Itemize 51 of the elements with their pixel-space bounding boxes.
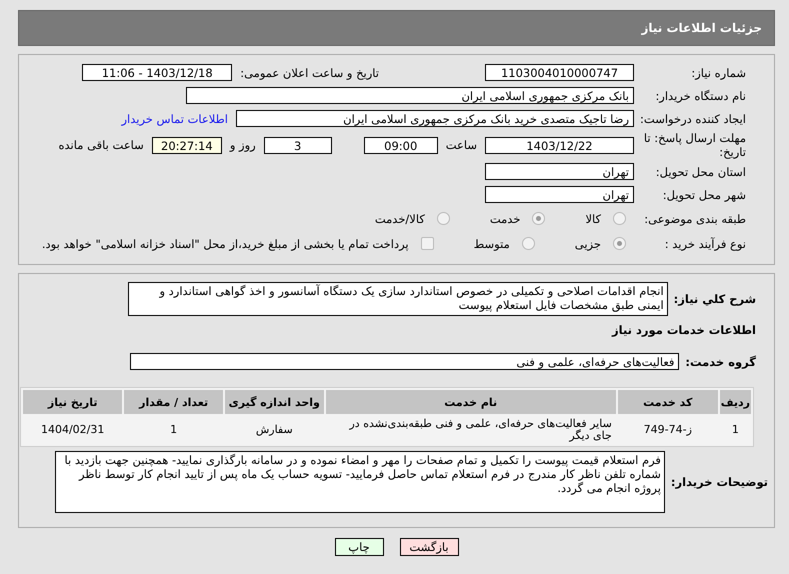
column-header: کد خدمت — [618, 390, 718, 414]
value-field: 20:27:14 — [152, 136, 222, 154]
value-field: 3 — [264, 136, 332, 154]
radio-button[interactable] — [522, 237, 535, 250]
radio-label: کالا — [585, 212, 601, 226]
value-field: 1403/12/22 — [485, 136, 634, 154]
checkbox[interactable] — [420, 237, 434, 250]
section-heading: اطلاعات خدمات مورد نياز — [612, 323, 756, 337]
notes-box: فرم استعلام قیمت پیوست را تکمیل و تمام صفحات را مهر و امضاء نموده و در سامانه بارگذاری نمایید- همچنین جهت بازدید با شماره تلفن ناظر کار مندرج در فرم استعلام تماس حاصل فرمایید- تسویه حساب یک ماه پس از تایید انجام کار توسط ناظر پروژه انجام می گردد. — [54, 451, 665, 513]
field-label: مهلت ارسال پاسخ: تا تاریخ: — [642, 131, 746, 159]
field-label: نوع فرآیند خرید : — [664, 236, 746, 250]
radio-label: خدمت — [490, 212, 520, 226]
field-label: گروه خدمت: — [685, 354, 756, 368]
radio-button[interactable] — [532, 212, 546, 225]
column-header: تاریخ نیاز — [23, 390, 122, 414]
value-field: 09:00 — [364, 136, 438, 154]
column-header: واحد اندازه گیری — [224, 390, 324, 414]
description-box: انجام اقدامات اصلاحی و تکمیلی در خصوص استاندارد سازی یک دستگاه آسانسور و اخذ گواهی استاندارد و ایمنی طبق مشخصات فایل استعلام پیوست — [128, 282, 668, 316]
value-field: بانک مرکزی جمهوری اسلامی ایران — [186, 87, 634, 104]
radio-label: جزیی — [574, 236, 601, 250]
field-label: ساعت — [446, 138, 477, 152]
field-label: استان محل تحویل: — [654, 164, 746, 178]
value-field: تهران — [485, 186, 634, 203]
radio-button[interactable] — [436, 212, 450, 225]
column-header: نام خدمت — [326, 390, 616, 414]
field-label: ایجاد کننده درخواست: — [639, 112, 746, 126]
radio-label: کالا/خدمت — [374, 212, 425, 226]
value-field: رضا تاجیک متصدی خرید بانک مرکزی جمهوری اسلامی ایران — [236, 110, 634, 127]
value-field: 1403/12/18 - 11:06 — [82, 64, 232, 81]
field-label: شماره نیاز: — [690, 66, 746, 80]
field-label: نام دستگاه خریدار: — [654, 88, 746, 102]
radio-button[interactable] — [613, 212, 626, 225]
field-label: شرح کلي نياز: — [674, 292, 756, 306]
value-field: تهران — [485, 163, 634, 180]
field-label: طبقه بندی موضوعی: — [643, 212, 746, 226]
field-label: شهر محل تحویل: — [662, 188, 746, 202]
field-label: ساعت باقی مانده — [58, 138, 144, 152]
field-label: روز و — [230, 138, 256, 152]
back-button[interactable]: بازگشت — [400, 538, 458, 556]
buyer-contact-link[interactable]: اطلاعات تماس خریدار — [121, 112, 228, 126]
radio-label: متوسط — [474, 236, 510, 250]
field-label: تاریخ و ساعت اعلان عمومی: — [240, 66, 379, 80]
value-field: 1103004010000747 — [485, 64, 634, 81]
radio-button[interactable] — [613, 237, 626, 250]
column-header: تعداد / مقدار — [124, 390, 223, 414]
print-button[interactable]: چاپ — [334, 538, 384, 556]
column-header: ردیف — [720, 390, 751, 414]
value-field: فعالیت‌های حرفه‌ای، علمی و فنی — [130, 353, 680, 370]
field-label: توضیحات خریدار: — [670, 475, 768, 489]
checkbox-label: پرداخت تمام یا بخشی از مبلغ خرید،از محل "اسناد خزانه اسلامی" خواهد بود. — [42, 236, 409, 250]
page-title: جزئیات اطلاعات نیاز — [641, 21, 762, 35]
